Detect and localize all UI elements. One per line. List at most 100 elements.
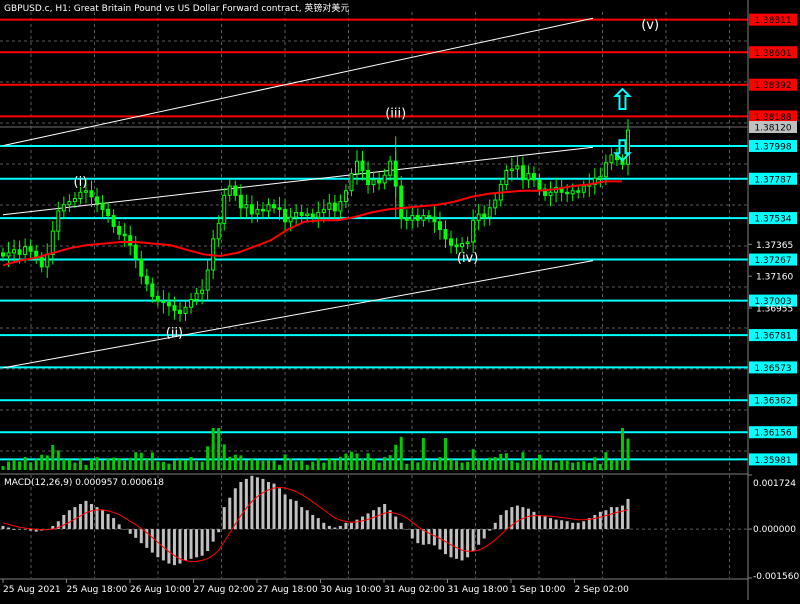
wave-label: (iii) bbox=[385, 107, 406, 122]
candle-body bbox=[255, 208, 260, 215]
macd-histogram-bar bbox=[300, 507, 304, 530]
time-tick-label: 26 Aug 10:00 bbox=[130, 585, 191, 595]
candle-body bbox=[166, 302, 171, 307]
macd-histogram-bar bbox=[554, 519, 558, 530]
candle-body bbox=[570, 190, 575, 195]
candle-body bbox=[332, 202, 337, 212]
candle-body bbox=[460, 243, 465, 248]
candle-body bbox=[449, 238, 454, 246]
price-tick-label: 1.36955 bbox=[756, 305, 793, 315]
candle-body bbox=[39, 257, 44, 268]
candle-body bbox=[150, 283, 155, 297]
candle-body bbox=[493, 199, 498, 209]
macd-histogram-bar bbox=[7, 527, 11, 530]
volume-bar bbox=[604, 452, 608, 470]
macd-histogram-bar bbox=[305, 510, 309, 530]
volume-bar bbox=[156, 461, 160, 470]
candle-body bbox=[172, 305, 177, 311]
macd-histogram-bar bbox=[432, 529, 436, 546]
volume-bar bbox=[283, 454, 287, 470]
macd-histogram-bar bbox=[261, 478, 265, 530]
resistance-price-label: 1.38811 bbox=[754, 16, 791, 26]
chart-canvas[interactable]: (i) (ii) (iii) (iv) (v) 1.38811 1.38601 1.3839… bbox=[0, 0, 800, 600]
wave-label: (iv) bbox=[457, 251, 478, 266]
volume-bar bbox=[427, 460, 431, 470]
volume-bar bbox=[101, 460, 105, 470]
macd-histogram-bar bbox=[482, 529, 486, 539]
candle-body bbox=[283, 208, 288, 223]
volume-bar bbox=[167, 463, 171, 470]
support-price-label: 1.36362 bbox=[754, 397, 791, 407]
candle-body bbox=[421, 215, 426, 221]
candle-body bbox=[465, 241, 470, 245]
macd-histogram-bar bbox=[571, 522, 575, 530]
macd-histogram-bar bbox=[609, 507, 613, 530]
volume-bar bbox=[488, 457, 492, 470]
macd-histogram-bar bbox=[405, 529, 409, 530]
candle-body bbox=[78, 191, 83, 199]
macd-histogram-bar bbox=[549, 518, 553, 530]
volume-bar bbox=[200, 461, 204, 470]
volume-bar bbox=[228, 456, 232, 470]
macd-histogram-bar bbox=[366, 513, 370, 530]
candle-body bbox=[443, 229, 448, 240]
macd-histogram-bar bbox=[421, 529, 425, 545]
volume-bar bbox=[538, 454, 542, 470]
candle-body bbox=[17, 249, 22, 255]
volume-bar bbox=[305, 464, 309, 470]
candle-body bbox=[327, 202, 332, 210]
volume-bar bbox=[493, 457, 497, 470]
macd-histogram-bar bbox=[515, 505, 519, 530]
macd-histogram-bar bbox=[139, 529, 143, 544]
macd-histogram-bar bbox=[576, 522, 580, 530]
candle-body bbox=[548, 191, 553, 196]
support-price-label: 1.37267 bbox=[754, 256, 791, 266]
volume-bar bbox=[388, 455, 392, 470]
macd-histogram-bar bbox=[598, 511, 602, 530]
volume-bar bbox=[112, 457, 116, 470]
macd-histogram-bar bbox=[361, 516, 365, 530]
macd-histogram-bar bbox=[593, 514, 597, 530]
volume-bar bbox=[593, 457, 597, 470]
candle-body bbox=[266, 204, 271, 212]
support-price-label: 1.37787 bbox=[754, 175, 791, 185]
candle-body bbox=[28, 246, 33, 252]
volume-bar bbox=[443, 438, 447, 470]
price-chart[interactable]: (i) (ii) (iii) (iv) (v) 1.38811 1.38601 1.3839… bbox=[0, 0, 800, 600]
volume-bar bbox=[23, 457, 27, 470]
volume-bar bbox=[383, 457, 387, 470]
wave-label: (i) bbox=[74, 175, 88, 190]
candle-body bbox=[565, 191, 570, 195]
candle-body bbox=[227, 185, 232, 196]
macd-histogram-bar bbox=[184, 529, 188, 561]
volume-bar bbox=[34, 459, 38, 470]
candle-body bbox=[260, 208, 265, 212]
macd-histogram-bar bbox=[327, 525, 331, 530]
volume-bar bbox=[377, 462, 381, 470]
time-tick-label: 25 Aug 18:00 bbox=[67, 585, 128, 595]
macd-histogram-bar bbox=[89, 503, 93, 530]
support-price-label: 1.36573 bbox=[754, 364, 791, 374]
candle-body bbox=[598, 176, 603, 179]
macd-histogram-bar bbox=[377, 507, 381, 530]
candle-body bbox=[72, 197, 77, 203]
candle-body bbox=[194, 292, 199, 300]
macd-histogram-bar bbox=[217, 529, 221, 533]
macd-histogram-bar bbox=[416, 529, 420, 544]
volume-bar bbox=[482, 459, 486, 470]
candle-body bbox=[487, 207, 492, 218]
volume-bar bbox=[184, 460, 188, 470]
macd-histogram-bar bbox=[84, 500, 88, 530]
macd-histogram-bar bbox=[128, 529, 132, 534]
macd-histogram-bar bbox=[117, 524, 121, 530]
candle-body bbox=[415, 215, 420, 221]
macd-histogram-bar bbox=[615, 507, 619, 530]
volume-bar bbox=[394, 444, 398, 470]
candle-body bbox=[200, 289, 205, 294]
candle-body bbox=[12, 249, 17, 254]
macd-histogram-bar bbox=[172, 529, 176, 566]
candle-body bbox=[388, 160, 393, 176]
volume-bar bbox=[261, 460, 265, 470]
support-price-label: 1.37534 bbox=[754, 215, 791, 225]
volume-bar bbox=[333, 460, 337, 470]
